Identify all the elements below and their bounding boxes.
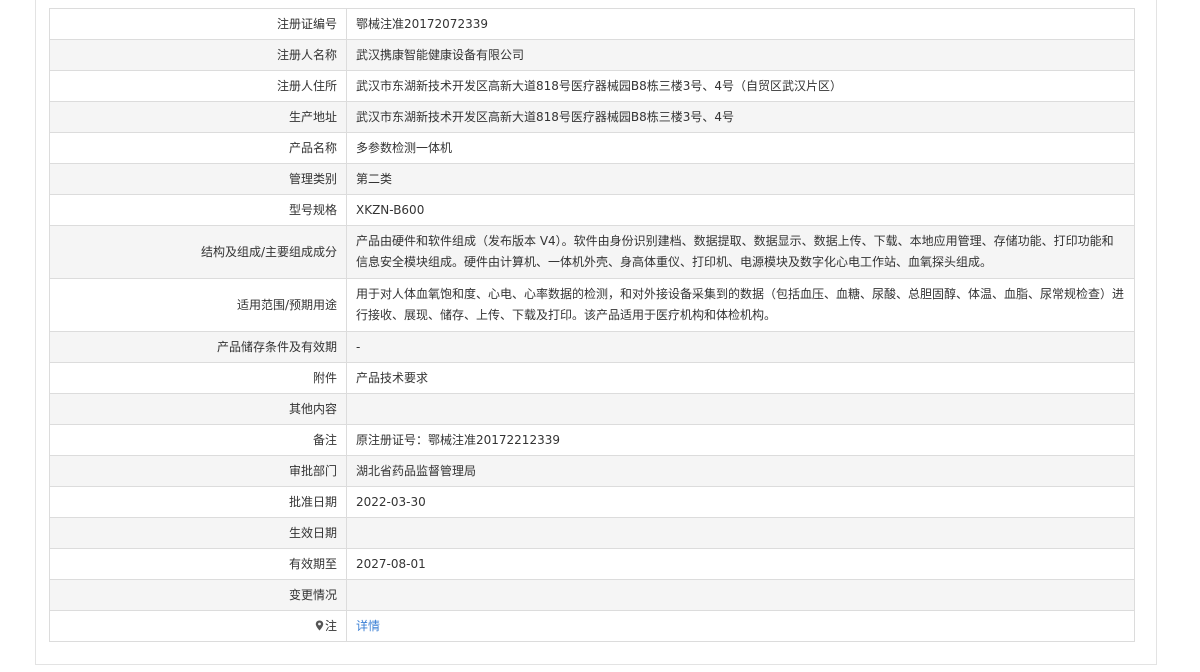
table-row: 适用范围/预期用途 用于对人体血氧饱和度、心电、心率数据的检测，和对外接设备采集… — [49, 278, 1135, 332]
table-row: 注册人名称 武汉携康智能健康设备有限公司 — [49, 39, 1135, 71]
row-label: 产品储存条件及有效期 — [49, 331, 347, 363]
row-value: 武汉市东湖新技术开发区高新大道818号医疗器械园B8栋三楼3号、4号（自贸区武汉… — [346, 70, 1135, 102]
table-row: 其他内容 — [49, 393, 1135, 425]
row-value: 用于对人体血氧饱和度、心电、心率数据的检测，和对外接设备采集到的数据（包括血压、… — [346, 278, 1135, 332]
note-label: 注 — [49, 610, 347, 642]
row-value: 鄂械注准20172072339 — [346, 8, 1135, 40]
table-row: 注册人住所 武汉市东湖新技术开发区高新大道818号医疗器械园B8栋三楼3号、4号… — [49, 70, 1135, 102]
table-row: 注册证编号 鄂械注准20172072339 — [49, 8, 1135, 40]
row-value: 原注册证号：鄂械注准20172212339 — [346, 424, 1135, 456]
row-label: 变更情况 — [49, 579, 347, 611]
row-label: 生产地址 — [49, 101, 347, 133]
row-value: 2022-03-30 — [346, 486, 1135, 518]
note-label-text: 注 — [324, 618, 337, 633]
table-row: 生产地址 武汉市东湖新技术开发区高新大道818号医疗器械园B8栋三楼3号、4号 — [49, 101, 1135, 133]
row-value: 2027-08-01 — [346, 548, 1135, 580]
details-link[interactable]: 详情 — [356, 619, 380, 633]
row-label: 批准日期 — [49, 486, 347, 518]
table-row: 产品储存条件及有效期 - — [49, 331, 1135, 363]
row-label: 附件 — [49, 362, 347, 394]
table-row: 有效期至 2027-08-01 — [49, 548, 1135, 580]
row-label: 结构及组成/主要组成成分 — [49, 225, 347, 279]
note-row: 注 详情 — [49, 610, 1135, 642]
table-row: 型号规格 XKZN-B600 — [49, 194, 1135, 226]
row-value — [346, 517, 1135, 549]
row-value: 湖北省药品监督管理局 — [346, 455, 1135, 487]
row-label: 注册人住所 — [49, 70, 347, 102]
row-label: 注册证编号 — [49, 8, 347, 40]
table-row: 备注 原注册证号：鄂械注准20172212339 — [49, 424, 1135, 456]
row-value: 武汉市东湖新技术开发区高新大道818号医疗器械园B8栋三楼3号、4号 — [346, 101, 1135, 133]
row-value — [346, 393, 1135, 425]
row-value: 多参数检测一体机 — [346, 132, 1135, 164]
row-label: 审批部门 — [49, 455, 347, 487]
table-row: 管理类别 第二类 — [49, 163, 1135, 195]
row-label: 适用范围/预期用途 — [49, 278, 347, 332]
row-label: 生效日期 — [49, 517, 347, 549]
map-pin-icon — [315, 620, 324, 630]
row-value: 武汉携康智能健康设备有限公司 — [346, 39, 1135, 71]
table-row: 生效日期 — [49, 517, 1135, 549]
row-label: 其他内容 — [49, 393, 347, 425]
note-value: 详情 — [346, 610, 1135, 642]
registration-detail-table: 注册证编号 鄂械注准20172072339 注册人名称 武汉携康智能健康设备有限… — [49, 8, 1135, 642]
row-value — [346, 579, 1135, 611]
row-value: 第二类 — [346, 163, 1135, 195]
row-value: XKZN-B600 — [346, 194, 1135, 226]
row-label: 有效期至 — [49, 548, 347, 580]
table-row: 产品名称 多参数检测一体机 — [49, 132, 1135, 164]
table-row: 审批部门 湖北省药品监督管理局 — [49, 455, 1135, 487]
row-label: 管理类别 — [49, 163, 347, 195]
table-row: 变更情况 — [49, 579, 1135, 611]
row-value: 产品由硬件和软件组成（发布版本 V4）。软件由身份识别建档、数据提取、数据显示、… — [346, 225, 1135, 279]
table-row: 结构及组成/主要组成成分 产品由硬件和软件组成（发布版本 V4）。软件由身份识别… — [49, 225, 1135, 279]
row-label: 型号规格 — [49, 194, 347, 226]
table-row: 附件 产品技术要求 — [49, 362, 1135, 394]
row-label: 产品名称 — [49, 132, 347, 164]
row-label: 备注 — [49, 424, 347, 456]
row-label: 注册人名称 — [49, 39, 347, 71]
table-row: 批准日期 2022-03-30 — [49, 486, 1135, 518]
row-value: 产品技术要求 — [346, 362, 1135, 394]
row-value: - — [346, 331, 1135, 363]
